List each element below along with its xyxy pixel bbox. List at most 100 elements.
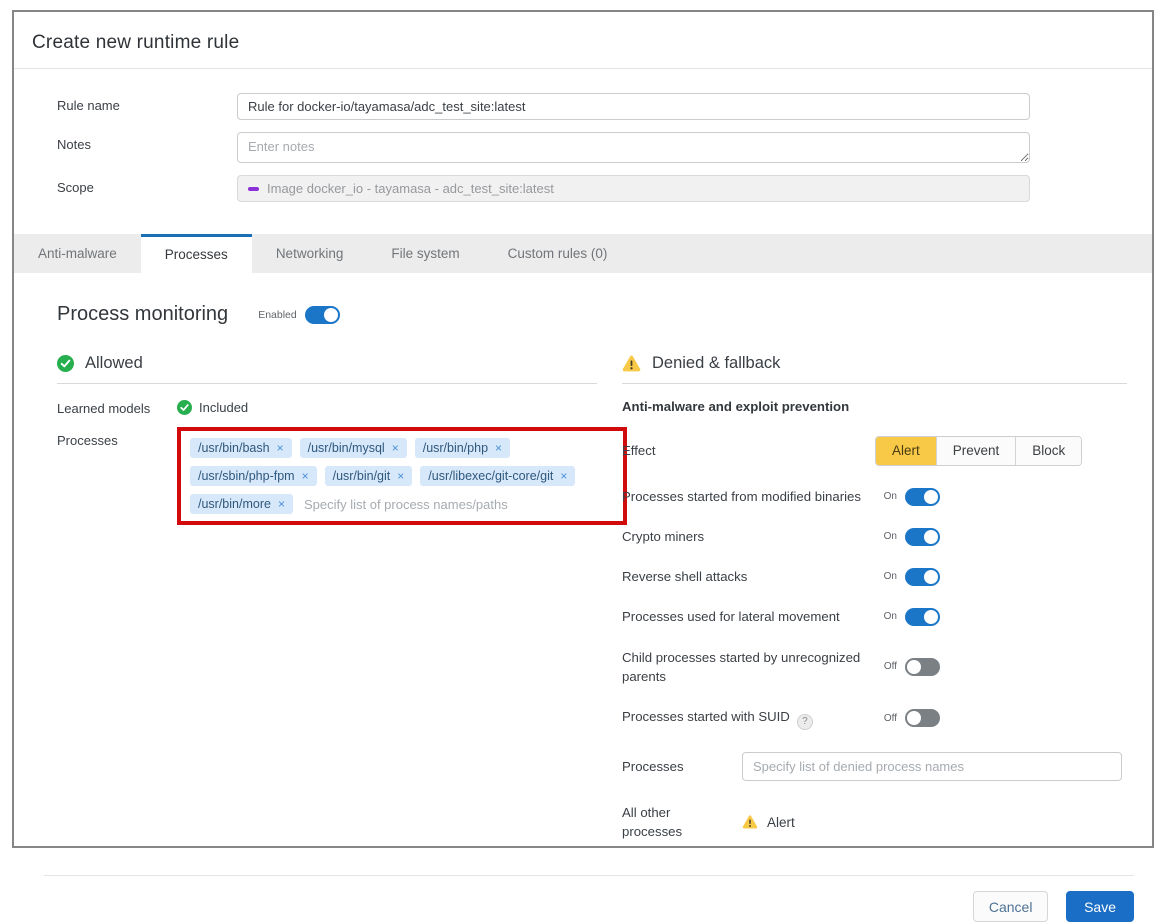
- tab-processes[interactable]: Processes: [141, 234, 252, 273]
- allowed-title: Allowed: [85, 354, 143, 373]
- toggle-label: Crypto miners: [622, 527, 875, 546]
- rule-name-row: Rule name: [32, 93, 1134, 120]
- dialog-footer: Cancel Save: [44, 875, 1134, 922]
- process-chip-label: /usr/bin/php: [423, 441, 488, 455]
- toggle-state-label: On: [875, 531, 897, 542]
- toggle-state-label: Off: [875, 713, 897, 724]
- process-chip: /usr/bin/mysql×: [300, 438, 407, 458]
- allowed-processes-placeholder: Specify list of process names/paths: [304, 497, 508, 512]
- scope-label: Scope: [57, 175, 237, 195]
- toggle-knob: [924, 530, 938, 544]
- remove-chip-icon[interactable]: ×: [302, 469, 309, 483]
- scope-row: Scope Image docker_io - tayamasa - adc_t…: [32, 175, 1134, 202]
- toggle-row-reverse-shell-attacks: Reverse shell attacksOn: [622, 567, 1127, 586]
- tab-file-system[interactable]: File system: [367, 234, 483, 273]
- effect-alert-button[interactable]: Alert: [876, 437, 936, 465]
- process-monitoring-toggle-label: Enabled: [258, 309, 297, 321]
- tab-networking[interactable]: Networking: [252, 234, 368, 273]
- learned-models-label: Learned models: [57, 399, 177, 416]
- process-chip: /usr/bin/git ×: [325, 466, 413, 486]
- tab-custom-rules-0[interactable]: Custom rules (0): [484, 234, 632, 273]
- toggle-row-processes-used-for-lateral-movement: Processes used for lateral movementOn: [622, 607, 1127, 626]
- check-circle-icon: [177, 400, 192, 415]
- toggle-processes-used-for-lateral-movement[interactable]: [905, 608, 940, 626]
- learned-models-value: Included: [199, 400, 248, 415]
- toggle-state-label: On: [875, 571, 897, 582]
- scope-field: Image docker_io - tayamasa - adc_test_si…: [237, 175, 1030, 202]
- denied-section: Denied & fallback Anti-malware and explo…: [622, 354, 1127, 841]
- toggle-knob: [924, 570, 938, 584]
- denied-processes-label: Processes: [622, 757, 742, 776]
- denied-title: Denied & fallback: [652, 354, 780, 373]
- process-chip-label: /usr/bin/git: [333, 469, 391, 483]
- allowed-section-header: Allowed: [57, 354, 597, 384]
- tab-bar: Anti-malwareProcessesNetworkingFile syst…: [14, 234, 1152, 273]
- dialog-header: Create new runtime rule: [14, 12, 1152, 69]
- toggle-state-label: On: [875, 491, 897, 502]
- process-chip-label: /usr/libexec/git-core/git: [428, 469, 553, 483]
- toggle-state-label: On: [875, 611, 897, 622]
- toggle-reverse-shell-attacks[interactable]: [905, 568, 940, 586]
- remove-chip-icon[interactable]: ×: [392, 441, 399, 455]
- toggle-label: Processes used for lateral movement: [622, 607, 875, 626]
- fallback-row: All other processes Alert: [622, 803, 1127, 841]
- toggle-row-child-processes-started-by-unrecognized-parents: Child processes started by unrecognized …: [622, 648, 1127, 686]
- toggle-label: Processes started from modified binaries: [622, 487, 875, 506]
- effect-row: Effect AlertPreventBlock: [622, 436, 1127, 466]
- toggle-processes-started-from-modified-binaries[interactable]: [905, 488, 940, 506]
- fallback-effect: Alert: [742, 815, 795, 830]
- help-icon[interactable]: ?: [797, 714, 813, 730]
- process-chip: /usr/libexec/git-core/git ×: [420, 466, 575, 486]
- toggle-knob: [924, 610, 938, 624]
- process-chip-label: /usr/sbin/php-fpm: [198, 469, 295, 483]
- tab-anti-malware[interactable]: Anti-malware: [14, 234, 141, 273]
- remove-chip-icon[interactable]: ×: [397, 469, 404, 483]
- save-button[interactable]: Save: [1066, 891, 1134, 922]
- learned-models-status: Included: [177, 400, 248, 415]
- effect-label: Effect: [622, 441, 875, 460]
- process-chip: /usr/bin/bash×: [190, 438, 292, 458]
- remove-chip-icon[interactable]: ×: [495, 441, 502, 455]
- warning-icon: [742, 815, 758, 829]
- effect-block-button[interactable]: Block: [1015, 437, 1081, 465]
- scope-value: Image docker_io - tayamasa - adc_test_si…: [267, 181, 554, 196]
- process-chip: /usr/bin/php ×: [415, 438, 510, 458]
- learned-models-row: Learned models Included: [57, 399, 597, 416]
- toggle-label: Child processes started by unrecognized …: [622, 648, 875, 686]
- dialog-window: Create new runtime rule Rule name Notes …: [12, 10, 1154, 848]
- toggle-label: Reverse shell attacks: [622, 567, 875, 586]
- notes-input[interactable]: [237, 132, 1030, 163]
- toggle-crypto-miners[interactable]: [905, 528, 940, 546]
- check-circle-icon: [57, 355, 74, 372]
- process-chip: /usr/sbin/php-fpm ×: [190, 466, 317, 486]
- warning-icon: [622, 355, 641, 372]
- process-monitoring-toggle[interactable]: [305, 306, 340, 324]
- toggle-processes-started-with-suid[interactable]: [905, 709, 940, 727]
- process-chip-label: /usr/bin/more: [198, 497, 271, 511]
- denied-processes-input[interactable]: [742, 752, 1122, 781]
- denied-toggle-list: Processes started from modified binaries…: [622, 487, 1127, 730]
- fallback-label: All other processes: [622, 803, 742, 841]
- rule-name-label: Rule name: [57, 93, 237, 113]
- toggle-state-label: Off: [875, 661, 897, 672]
- allowed-processes-input[interactable]: /usr/bin/bash× /usr/bin/mysql× /usr/bin/ph…: [181, 431, 623, 521]
- toggle-knob: [907, 660, 921, 674]
- notes-label: Notes: [57, 132, 237, 152]
- rule-name-input[interactable]: [237, 93, 1030, 120]
- effect-prevent-button[interactable]: Prevent: [936, 437, 1016, 465]
- process-chip: /usr/bin/more ×: [190, 494, 293, 514]
- scope-collection-icon: [248, 187, 259, 191]
- allowed-section: Allowed Learned models Included Processe…: [57, 354, 597, 525]
- process-monitoring-header: Process monitoring Enabled: [57, 303, 1152, 326]
- notes-row: Notes: [32, 132, 1134, 163]
- denied-subtitle: Anti-malware and exploit prevention: [622, 399, 1127, 414]
- remove-chip-icon[interactable]: ×: [278, 497, 285, 511]
- toggle-knob: [324, 308, 338, 322]
- toggle-child-processes-started-by-unrecognized-parents[interactable]: [905, 658, 940, 676]
- toggle-label: Processes started with SUID?: [622, 707, 875, 730]
- denied-section-header: Denied & fallback: [622, 354, 1127, 384]
- remove-chip-icon[interactable]: ×: [560, 469, 567, 483]
- remove-chip-icon[interactable]: ×: [277, 441, 284, 455]
- cancel-button[interactable]: Cancel: [973, 891, 1049, 922]
- columns: Allowed Learned models Included Processe…: [57, 354, 1134, 841]
